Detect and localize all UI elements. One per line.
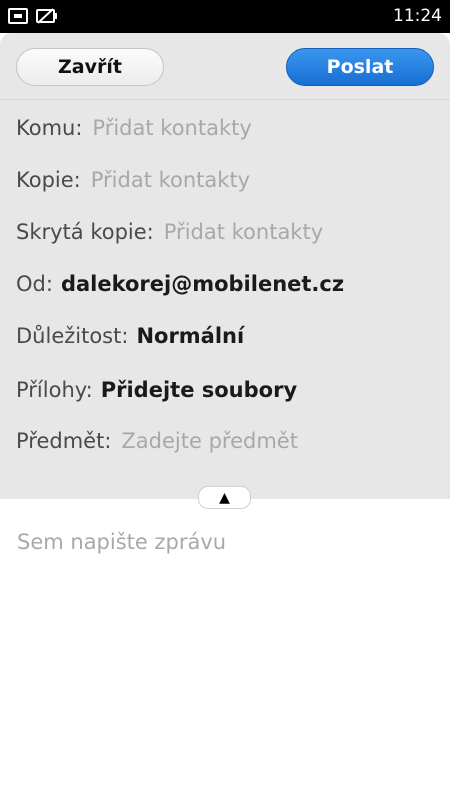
priority-value[interactable]: Normální: [136, 324, 244, 348]
add-attachments-button[interactable]: Přidejte soubory: [101, 378, 297, 402]
cc-input[interactable]: Přidat kontakty: [91, 168, 250, 192]
status-time: 11:24: [393, 6, 442, 26]
close-button[interactable]: Zavřít: [16, 48, 164, 86]
cc-label: Kopie:: [16, 168, 81, 192]
bcc-label: Skrytá kopie:: [16, 220, 154, 244]
bcc-field[interactable]: Skrytá kopie: Přidat kontakty: [16, 215, 323, 249]
subject-label: Předmět:: [16, 429, 112, 453]
status-icons: [8, 7, 57, 25]
subject-field[interactable]: Předmět: Zadejte předmět: [16, 424, 298, 458]
status-bar: 11:24: [0, 0, 450, 33]
link-icon: [8, 7, 28, 25]
battery-icon: [36, 7, 57, 25]
compose-header: Zavřít Poslat Komu: Přidat kontakty Kopi…: [0, 33, 450, 499]
triangle-up-icon: ▲: [219, 489, 230, 506]
from-label: Od:: [16, 272, 53, 296]
priority-label: Důležitost:: [16, 324, 129, 348]
subject-input[interactable]: Zadejte předmět: [121, 429, 298, 453]
priority-field[interactable]: Důležitost: Normální: [16, 319, 244, 353]
message-input[interactable]: Sem napište zprávu: [17, 530, 226, 554]
attachments-label: Přílohy:: [16, 378, 93, 402]
toolbar-divider: [0, 99, 450, 100]
to-field[interactable]: Komu: Přidat kontakty: [16, 111, 252, 145]
bcc-input[interactable]: Přidat kontakty: [164, 220, 323, 244]
to-label: Komu:: [16, 116, 83, 140]
to-input[interactable]: Přidat kontakty: [92, 116, 251, 140]
send-button[interactable]: Poslat: [286, 48, 434, 86]
cc-field[interactable]: Kopie: Přidat kontakty: [16, 163, 250, 197]
from-field[interactable]: Od: dalekorej@mobilenet.cz: [16, 267, 344, 301]
attachments-field[interactable]: Přílohy: Přidejte soubory: [16, 373, 297, 407]
from-value[interactable]: dalekorej@mobilenet.cz: [61, 272, 344, 296]
email-compose-screen: 11:24 Zavřít Poslat Komu: Přidat kontakt…: [0, 0, 450, 800]
collapse-header-button[interactable]: ▲: [198, 486, 251, 509]
